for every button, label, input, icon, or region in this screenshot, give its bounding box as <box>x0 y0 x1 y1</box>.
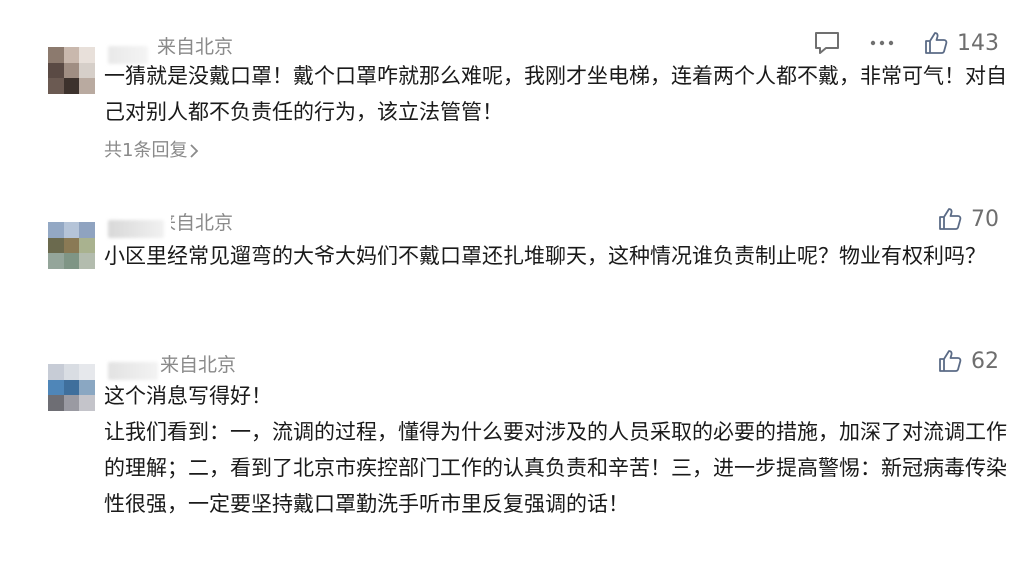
avatar[interactable] <box>48 222 95 269</box>
replies-link[interactable]: 共1条回复 <box>104 136 199 162</box>
avatar[interactable] <box>48 47 95 94</box>
comment-source: 来自北京 <box>157 212 234 234</box>
replies-label: 共1条回复 <box>104 140 188 161</box>
like-count: 143 <box>957 30 999 56</box>
comment-text: 一猜就是没戴口罩！戴个口罩咋就那么难呢，我刚才坐电梯，连着两个人都不戴，非常可气… <box>104 64 1007 124</box>
thumbs-up-icon <box>937 206 963 232</box>
more-icon[interactable] <box>869 39 895 47</box>
like-button[interactable]: 62 <box>937 348 999 374</box>
comment-source: 来自北京 <box>157 36 234 58</box>
comment-source: 来自北京 <box>160 354 237 376</box>
username-blurred[interactable] <box>108 220 164 238</box>
comment-actions: 143 <box>813 30 999 56</box>
comment-text-line: 这个消息写得好！ <box>104 384 272 408</box>
like-button[interactable]: 70 <box>937 206 999 232</box>
like-count: 62 <box>971 348 999 374</box>
comment-text: 这个消息写得好！ 让我们看到：一，流调的过程，懂得为什么要对涉及的人员采取的必要… <box>104 378 1009 522</box>
avatar[interactable] <box>48 364 95 411</box>
thumbs-up-icon <box>937 348 963 374</box>
thumbs-up-icon <box>923 30 949 56</box>
comment-text-line: 让我们看到：一，流调的过程，懂得为什么要对涉及的人员采取的必要的措施，加深了对流… <box>104 420 1007 516</box>
comment-actions: 70 <box>937 206 999 232</box>
like-count: 70 <box>971 206 999 232</box>
comment-icon[interactable] <box>813 30 841 56</box>
chevron-right-icon <box>189 143 199 159</box>
like-button[interactable]: 143 <box>923 30 999 56</box>
comment-text: 小区里经常见遛弯的大爷大妈们不戴口罩还扎堆聊天，这种情况谁负责制止呢？物业有权利… <box>104 244 986 268</box>
comment-actions: 62 <box>937 348 999 374</box>
